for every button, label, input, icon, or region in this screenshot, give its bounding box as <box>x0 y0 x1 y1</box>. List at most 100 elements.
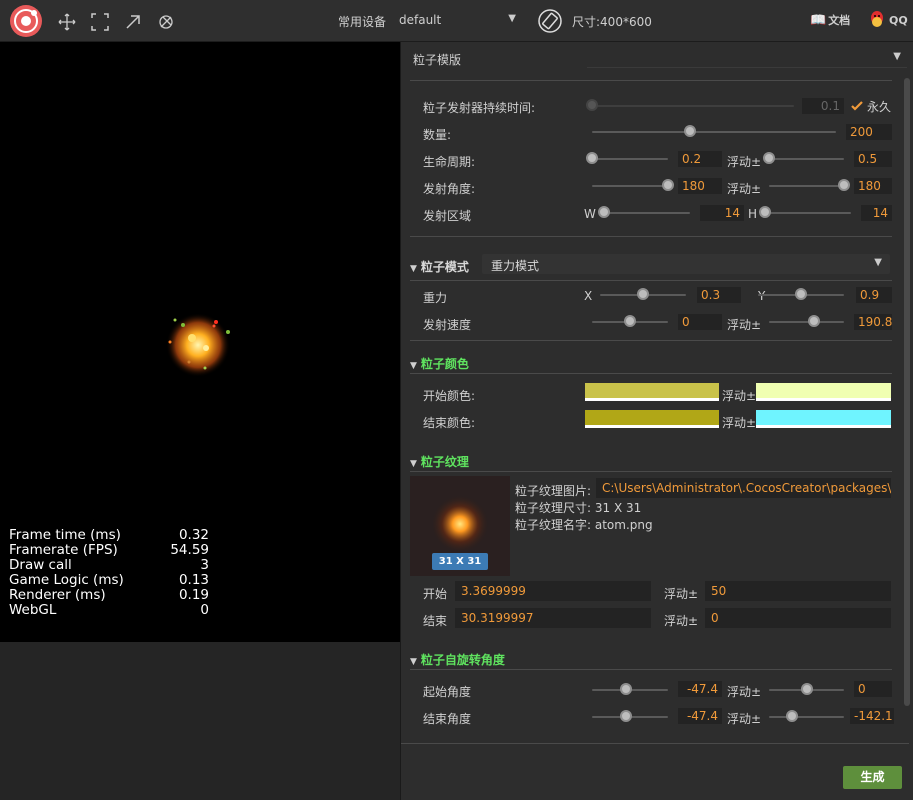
start-spin-var-value[interactable]: 0 <box>854 681 892 697</box>
duration-value[interactable]: 0.1 <box>802 98 844 114</box>
stats-value: 0.19 <box>178 587 209 603</box>
stats-value: 54.59 <box>170 542 209 558</box>
collapse-triangle-icon: ▼ <box>410 459 417 469</box>
chevron-down-icon: ▼ <box>893 51 901 62</box>
slider-knob[interactable] <box>763 152 775 164</box>
slider-knob[interactable] <box>662 179 674 191</box>
end-size-field[interactable]: 30.3199997 <box>455 608 651 628</box>
gravity-x-value[interactable]: 0.3 <box>697 287 741 303</box>
start-size-var-field[interactable]: 50 <box>705 581 891 601</box>
move-tool-icon[interactable] <box>57 12 77 32</box>
count-value[interactable]: 200 <box>846 124 892 140</box>
duration-label: 粒子发射器持续时间: <box>423 101 536 115</box>
slider-knob[interactable] <box>795 288 807 300</box>
preview-canvas[interactable]: Frame time (ms) 0.32 Framerate (FPS) 54.59 D… <box>0 42 400 642</box>
speed-var-slider[interactable] <box>769 315 844 327</box>
gravity-y-value[interactable]: 0.9 <box>856 287 892 303</box>
divider <box>410 471 892 472</box>
device-select[interactable]: default ▼ <box>396 10 522 30</box>
top-toolbar: 常用设备 default ▼ 尺寸:400*600 📖 文档 QQ <box>0 0 913 42</box>
stats-row: Renderer (ms) 0.19 <box>9 588 209 603</box>
start-spin-slider[interactable] <box>592 683 668 695</box>
speed-var-value[interactable]: 190.8 <box>854 314 892 330</box>
start-spin-label: 起始角度 <box>423 685 472 699</box>
generate-button[interactable]: 生成 <box>843 766 902 789</box>
gravity-x-slider[interactable] <box>600 288 686 300</box>
divider <box>410 373 892 374</box>
life-var-value[interactable]: 0.5 <box>854 151 892 167</box>
end-color-swatch[interactable] <box>585 410 719 428</box>
speed-value[interactable]: 0 <box>678 314 722 330</box>
height-slider[interactable] <box>759 206 851 218</box>
duration-slider[interactable] <box>586 99 794 111</box>
slider-knob[interactable] <box>586 99 598 111</box>
texture-thumbnail[interactable]: 31 X 31 <box>410 476 510 576</box>
end-spin-slider[interactable] <box>592 710 668 722</box>
slider-knob[interactable] <box>759 206 771 218</box>
start-spin-var-slider[interactable] <box>769 683 844 695</box>
life-label: 生命周期: <box>423 155 476 169</box>
slider-knob[interactable] <box>683 125 696 137</box>
texture-label: 粒子纹理 <box>420 455 469 469</box>
docs-button[interactable]: 📖 文档 <box>810 11 850 29</box>
template-select[interactable]: ▼ <box>587 48 907 68</box>
speed-slider[interactable] <box>592 315 668 327</box>
slider-knob[interactable] <box>800 683 813 695</box>
start-spin-value[interactable]: -47.4 <box>678 681 722 697</box>
gravity-y-slider[interactable] <box>758 288 844 300</box>
end-spin-value[interactable]: -47.4 <box>678 708 722 724</box>
emit-area-label: 发射区域 <box>423 209 472 223</box>
height-value[interactable]: 14 <box>861 205 892 221</box>
color-section-header[interactable]: ▼ 粒子颜色 <box>410 355 469 372</box>
rotate-device-icon[interactable] <box>537 8 563 34</box>
collapse-triangle-icon: ▼ <box>410 657 417 667</box>
angle-var-slider[interactable] <box>769 179 850 191</box>
angle-var-label: 浮动± <box>727 182 762 196</box>
texture-path-field[interactable]: C:\Users\Administrator\.CocosCreator\pac… <box>596 478 891 498</box>
qq-button[interactable]: QQ <box>868 9 908 31</box>
end-spin-var-slider[interactable] <box>769 710 844 722</box>
checkmark-icon[interactable] <box>850 98 864 112</box>
start-size-field[interactable]: 3.3699999 <box>455 581 651 601</box>
angle-var-value[interactable]: 180 <box>854 178 892 194</box>
divider <box>401 743 909 744</box>
mode-section-header[interactable]: ▼ 粒子模式 <box>410 258 469 275</box>
texture-section-header[interactable]: ▼ 粒子纹理 <box>410 453 469 470</box>
slider-knob[interactable] <box>586 152 598 164</box>
slider-knob[interactable] <box>637 288 649 300</box>
stats-value: 3 <box>200 557 209 573</box>
rotation-label: 粒子自旋转角度 <box>420 653 505 667</box>
start-color-swatch[interactable] <box>585 383 719 401</box>
end-spin-var-label: 浮动± <box>727 712 762 726</box>
width-value[interactable]: 14 <box>700 205 744 221</box>
arrow-tool-icon[interactable] <box>123 12 143 32</box>
speed-label: 发射速度 <box>423 318 472 332</box>
rect-tool-icon[interactable] <box>90 12 110 32</box>
start-size-var-label: 浮动± <box>664 587 699 601</box>
end-spin-var-value[interactable]: -142.1 <box>850 708 894 724</box>
slider-knob[interactable] <box>624 315 636 327</box>
angle-slider[interactable] <box>592 179 674 191</box>
angle-value[interactable]: 180 <box>678 178 722 194</box>
slider-knob[interactable] <box>838 179 850 191</box>
panel-scrollbar[interactable] <box>904 78 910 706</box>
start-color-label: 开始颜色: <box>423 389 476 403</box>
life-var-slider[interactable] <box>763 152 844 164</box>
stats-label: Framerate (FPS) <box>9 542 118 558</box>
end-size-var-field[interactable]: 0 <box>705 608 891 628</box>
life-slider[interactable] <box>586 152 668 164</box>
gravity-x-label: X <box>584 289 593 303</box>
life-value[interactable]: 0.2 <box>678 151 722 167</box>
particle-tool-icon[interactable] <box>156 12 176 32</box>
end-color-var-swatch[interactable] <box>756 410 891 428</box>
count-slider[interactable] <box>592 125 836 137</box>
start-color-var-swatch[interactable] <box>756 383 891 401</box>
mode-select[interactable]: 重力模式 ▼ <box>482 254 890 274</box>
height-label: H <box>748 207 758 221</box>
width-slider[interactable] <box>598 206 690 218</box>
slider-knob[interactable] <box>785 710 798 722</box>
rotation-section-header[interactable]: ▼ 粒子自旋转角度 <box>410 651 505 668</box>
stats-row: WebGL 0 <box>9 603 209 618</box>
slider-knob[interactable] <box>808 315 820 327</box>
slider-knob[interactable] <box>598 206 610 218</box>
